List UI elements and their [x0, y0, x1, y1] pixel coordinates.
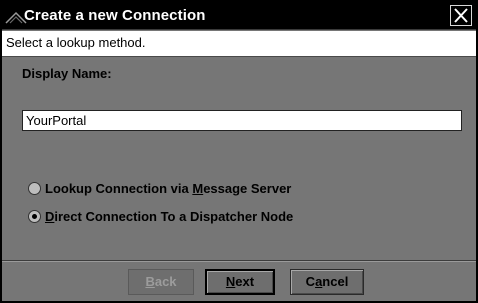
cancel-label-post: ncel [322, 274, 349, 289]
close-button[interactable] [450, 5, 472, 26]
radio-label-post: essage Server [203, 180, 292, 196]
instruction-text: Select a lookup method. [6, 35, 146, 50]
next-label-post: ext [235, 274, 255, 289]
radio-label-mnemonic: M [192, 180, 204, 196]
next-label-mnemonic: N [225, 274, 236, 289]
radio-label-mnemonic: D [45, 208, 55, 224]
cancel-label-pre: C [305, 274, 316, 289]
cancel-button[interactable]: Cancel [290, 269, 364, 295]
radio-unselected-icon[interactable] [28, 181, 41, 195]
next-button[interactable]: Next [205, 269, 275, 295]
close-x-icon [454, 8, 468, 23]
radio-label-pre: Lookup Connection via [45, 180, 193, 196]
dialog-window: Create a new Connection Select a lookup … [0, 0, 478, 303]
back-label-post: ack [154, 274, 177, 289]
display-name-input[interactable] [22, 110, 462, 131]
radio-dispatcher-node-label: Direct Connection To a Dispatcher Node [45, 209, 293, 224]
title-bar[interactable]: Create a new Connection [2, 2, 476, 30]
radio-dispatcher-node[interactable]: Direct Connection To a Dispatcher Node [28, 207, 293, 225]
display-name-label: Display Name: [22, 66, 112, 81]
radio-message-server[interactable]: Lookup Connection via Message Server [28, 179, 291, 197]
back-label-mnemonic: B [145, 274, 155, 289]
radio-selected-icon[interactable] [28, 209, 41, 223]
back-button[interactable]: Back [128, 269, 194, 295]
radio-message-server-label: Lookup Connection via Message Server [45, 181, 291, 196]
radio-label-post: irect Connection To a Dispatcher Node [54, 208, 294, 224]
window-title: Create a new Connection [24, 7, 206, 24]
instruction-strip: Select a lookup method. [2, 31, 476, 57]
footer-divider [2, 260, 476, 262]
